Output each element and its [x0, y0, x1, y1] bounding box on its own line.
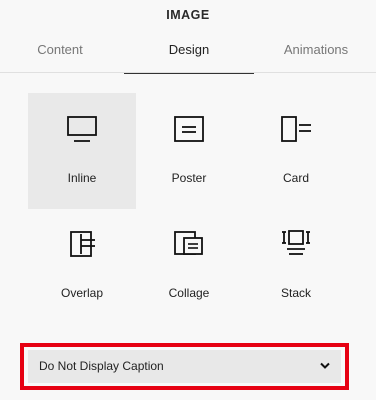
layout-option-collage[interactable]: Collage — [135, 208, 243, 324]
layout-option-stack[interactable]: Stack — [242, 208, 350, 324]
caption-display-select[interactable]: Do Not Display Caption — [28, 350, 341, 383]
layout-label: Stack — [280, 286, 311, 300]
tab-content[interactable]: Content — [10, 40, 110, 73]
collage-layout-icon — [174, 231, 203, 255]
layout-label: Overlap — [60, 286, 104, 300]
tab-bar: Content Design Animations — [0, 40, 376, 74]
layout-option-overlap[interactable]: Overlap — [28, 208, 136, 324]
tab-divider — [0, 72, 376, 73]
chevron-down-icon — [320, 362, 330, 369]
layout-option-card[interactable]: Card — [242, 93, 350, 209]
card-layout-icon — [281, 116, 311, 142]
caption-select-value: Do Not Display Caption — [39, 359, 164, 373]
panel-title: IMAGE — [166, 8, 210, 22]
overlap-layout-icon — [70, 231, 95, 257]
layout-label: Collage — [168, 286, 210, 300]
poster-layout-icon — [174, 116, 204, 142]
stack-layout-icon — [282, 230, 310, 255]
tab-design[interactable]: Design — [124, 40, 254, 73]
inline-layout-icon — [67, 116, 97, 142]
layout-option-poster[interactable]: Poster — [135, 93, 243, 209]
layout-option-inline[interactable]: Inline — [28, 93, 136, 209]
layout-label: Card — [282, 171, 309, 185]
layout-label: Inline — [67, 171, 97, 185]
layout-label: Poster — [171, 171, 207, 185]
tab-animations[interactable]: Animations — [266, 40, 366, 73]
